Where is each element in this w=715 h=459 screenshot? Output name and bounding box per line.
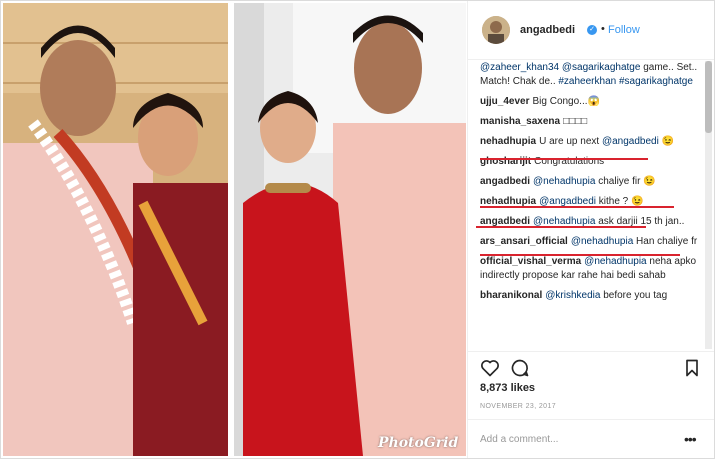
verified-badge-icon: ✓ — [587, 25, 597, 35]
instagram-post-window: PhotoGrid angadbedi ✓ • Follow @zaheer_k… — [0, 0, 715, 459]
comment-text: before you tag — [603, 290, 668, 301]
comments-list: @zaheer_khan34 @sagarikaghatge game.. Se… — [480, 61, 702, 349]
comment-username[interactable]: ars_ansari_official — [480, 236, 568, 247]
hashtag-link[interactable]: #sagarikaghatge — [619, 76, 693, 87]
comment-text: □□□□ — [563, 116, 588, 127]
mention-link[interactable]: @nehadhupia — [571, 236, 633, 247]
separator-dot: • — [601, 23, 605, 35]
add-comment-bar: Add a comment... ••• — [468, 419, 714, 458]
mention-link[interactable]: @angadbedi — [602, 136, 659, 147]
post-date: NOVEMBER 23, 2017 — [480, 403, 557, 410]
more-options-button[interactable]: ••• — [684, 431, 697, 447]
post-photo[interactable]: PhotoGrid — [3, 3, 466, 456]
post-side-panel: angadbedi ✓ • Follow @zaheer_khan34 @sag… — [467, 1, 714, 458]
mention-link[interactable]: @krishkedia — [545, 290, 600, 301]
comment-item: bharanikonal @krishkedia before you tag — [480, 289, 702, 303]
heart-icon[interactable] — [480, 358, 500, 378]
comment-emoji: 😉 — [661, 136, 675, 147]
annotation-underline — [480, 158, 648, 160]
comment-item: official_vishal_verma @nehadhupia neha ap… — [480, 255, 702, 283]
add-comment-input[interactable]: Add a comment... — [480, 434, 558, 445]
comment-username[interactable]: bharanikonal — [480, 290, 542, 301]
post-header: angadbedi ✓ • Follow — [468, 1, 714, 60]
caption: @zaheer_khan34 @sagarikaghatge game.. Se… — [480, 61, 702, 89]
follow-button[interactable]: Follow — [608, 24, 640, 36]
wedding-photo-collage — [3, 3, 466, 456]
comment-text: Big Congo...😱 — [532, 96, 600, 107]
comment-username[interactable]: angadbedi — [480, 176, 530, 187]
comment-username[interactable]: official_vishal_verma — [480, 256, 581, 267]
comment-item: manisha_saxena □□□□ — [480, 115, 702, 129]
comment-username[interactable]: ujju_4ever — [480, 96, 529, 107]
avatar[interactable] — [482, 16, 510, 44]
mention-link[interactable]: @nehadhupia — [584, 256, 646, 267]
avatar-image — [482, 16, 510, 44]
comment-item: nehadhupia U are up next @angadbedi 😉 — [480, 135, 702, 149]
comment-item: angadbedi @nehadhupia chaliye fir 😉 — [480, 175, 702, 189]
comment-username[interactable]: manisha_saxena — [480, 116, 560, 127]
comment-icon[interactable] — [510, 358, 530, 378]
mention-link[interactable]: @sagarikaghatge — [562, 62, 641, 73]
comment-text: chaliye fir 😉 — [598, 176, 656, 187]
mention-link[interactable]: @zaheer_khan34 — [480, 62, 559, 73]
comments-scrollbar[interactable] — [705, 61, 712, 349]
scrollbar-thumb[interactable] — [705, 61, 712, 133]
annotation-underline — [480, 206, 674, 208]
hashtag-link[interactable]: #zaheerkhan — [558, 76, 616, 87]
annotation-underline — [480, 254, 680, 256]
comment-text: Han chaliye fr — [636, 236, 698, 247]
comment-username[interactable]: nehadhupia — [480, 136, 536, 147]
comment-item: ujju_4ever Big Congo...😱 — [480, 95, 702, 109]
comment-text: U are up next — [539, 136, 600, 147]
post-username[interactable]: angadbedi — [520, 24, 575, 36]
comment-item: ars_ansari_official @nehadhupia Han chali… — [480, 235, 702, 249]
annotation-underline — [476, 226, 646, 228]
mention-link[interactable]: @nehadhupia — [533, 176, 595, 187]
likes-count[interactable]: 8,873 likes — [480, 382, 535, 394]
photogrid-watermark: PhotoGrid — [378, 435, 459, 451]
bookmark-icon[interactable] — [682, 358, 702, 378]
post-actions-bar — [468, 351, 714, 382]
